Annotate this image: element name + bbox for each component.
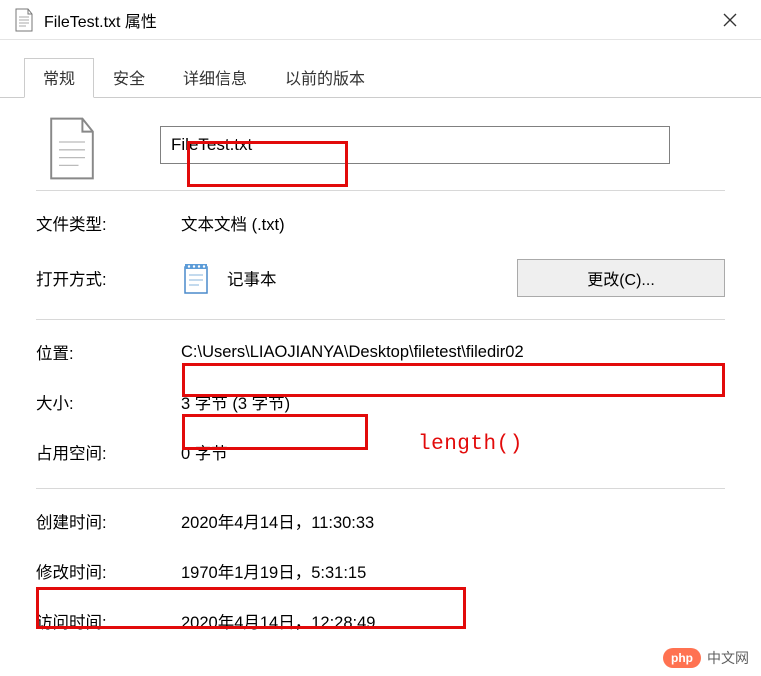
- value-location: C:\Users\LIAOJIANYA\Desktop\filetest\fil…: [181, 343, 524, 362]
- label-accessed: 访问时间:: [36, 609, 181, 633]
- row-location: 位置: C:\Users\LIAOJIANYA\Desktop\filetest…: [36, 338, 725, 366]
- tab-bar: 常规 安全 详细信息 以前的版本: [0, 40, 761, 98]
- label-size: 大小:: [36, 390, 181, 414]
- label-openwith: 打开方式:: [36, 266, 181, 290]
- file-icon: [14, 8, 34, 32]
- properties-panel: 文件类型: 文本文档 (.txt) 打开方式: 记事本 更改: [0, 98, 761, 647]
- notepad-icon: [181, 261, 211, 295]
- close-icon: [723, 13, 737, 27]
- separator: [36, 319, 725, 320]
- row-openwith: 打开方式: 记事本 更改(C)...: [36, 259, 725, 297]
- watermark-text: 中文网: [707, 648, 749, 668]
- row-created: 创建时间: 2020年4月14日，11:30:33: [36, 507, 725, 535]
- filename-row: [36, 116, 725, 174]
- tab-general[interactable]: 常规: [24, 58, 94, 98]
- value-created: 2020年4月14日，11:30:33: [181, 509, 374, 533]
- value-openwith: 记事本: [227, 266, 277, 290]
- tab-security[interactable]: 安全: [94, 58, 164, 98]
- label-created: 创建时间:: [36, 509, 181, 533]
- row-accessed: 访问时间: 2020年4月14日，12:28:49: [36, 607, 725, 635]
- value-sizeondisk: 0 字节: [181, 440, 228, 464]
- label-modified: 修改时间:: [36, 559, 181, 583]
- titlebar: FileTest.txt 属性: [0, 0, 761, 40]
- value-accessed: 2020年4月14日，12:28:49: [181, 609, 375, 633]
- window-title: FileTest.txt 属性: [44, 8, 707, 32]
- change-button[interactable]: 更改(C)...: [517, 259, 725, 297]
- close-button[interactable]: [707, 0, 753, 40]
- tab-previous-versions[interactable]: 以前的版本: [266, 58, 384, 98]
- filename-input[interactable]: [160, 126, 670, 164]
- value-filetype: 文本文档 (.txt): [181, 211, 285, 235]
- value-size: 3 字节 (3 字节): [181, 390, 290, 414]
- row-sizeondisk: 占用空间: 0 字节: [36, 438, 725, 466]
- separator: [36, 190, 725, 191]
- row-modified: 修改时间: 1970年1月19日，5:31:15: [36, 557, 725, 585]
- label-sizeondisk: 占用空间:: [36, 440, 181, 464]
- tab-details[interactable]: 详细信息: [164, 58, 266, 98]
- separator: [36, 488, 725, 489]
- watermark-badge: php: [663, 648, 701, 668]
- row-size: 大小: 3 字节 (3 字节): [36, 388, 725, 416]
- row-filetype: 文件类型: 文本文档 (.txt): [36, 209, 725, 237]
- watermark: php 中文网: [663, 648, 749, 668]
- value-modified: 1970年1月19日，5:31:15: [181, 559, 366, 583]
- file-large-icon: [46, 116, 98, 174]
- label-filetype: 文件类型:: [36, 211, 181, 235]
- label-location: 位置:: [36, 340, 181, 364]
